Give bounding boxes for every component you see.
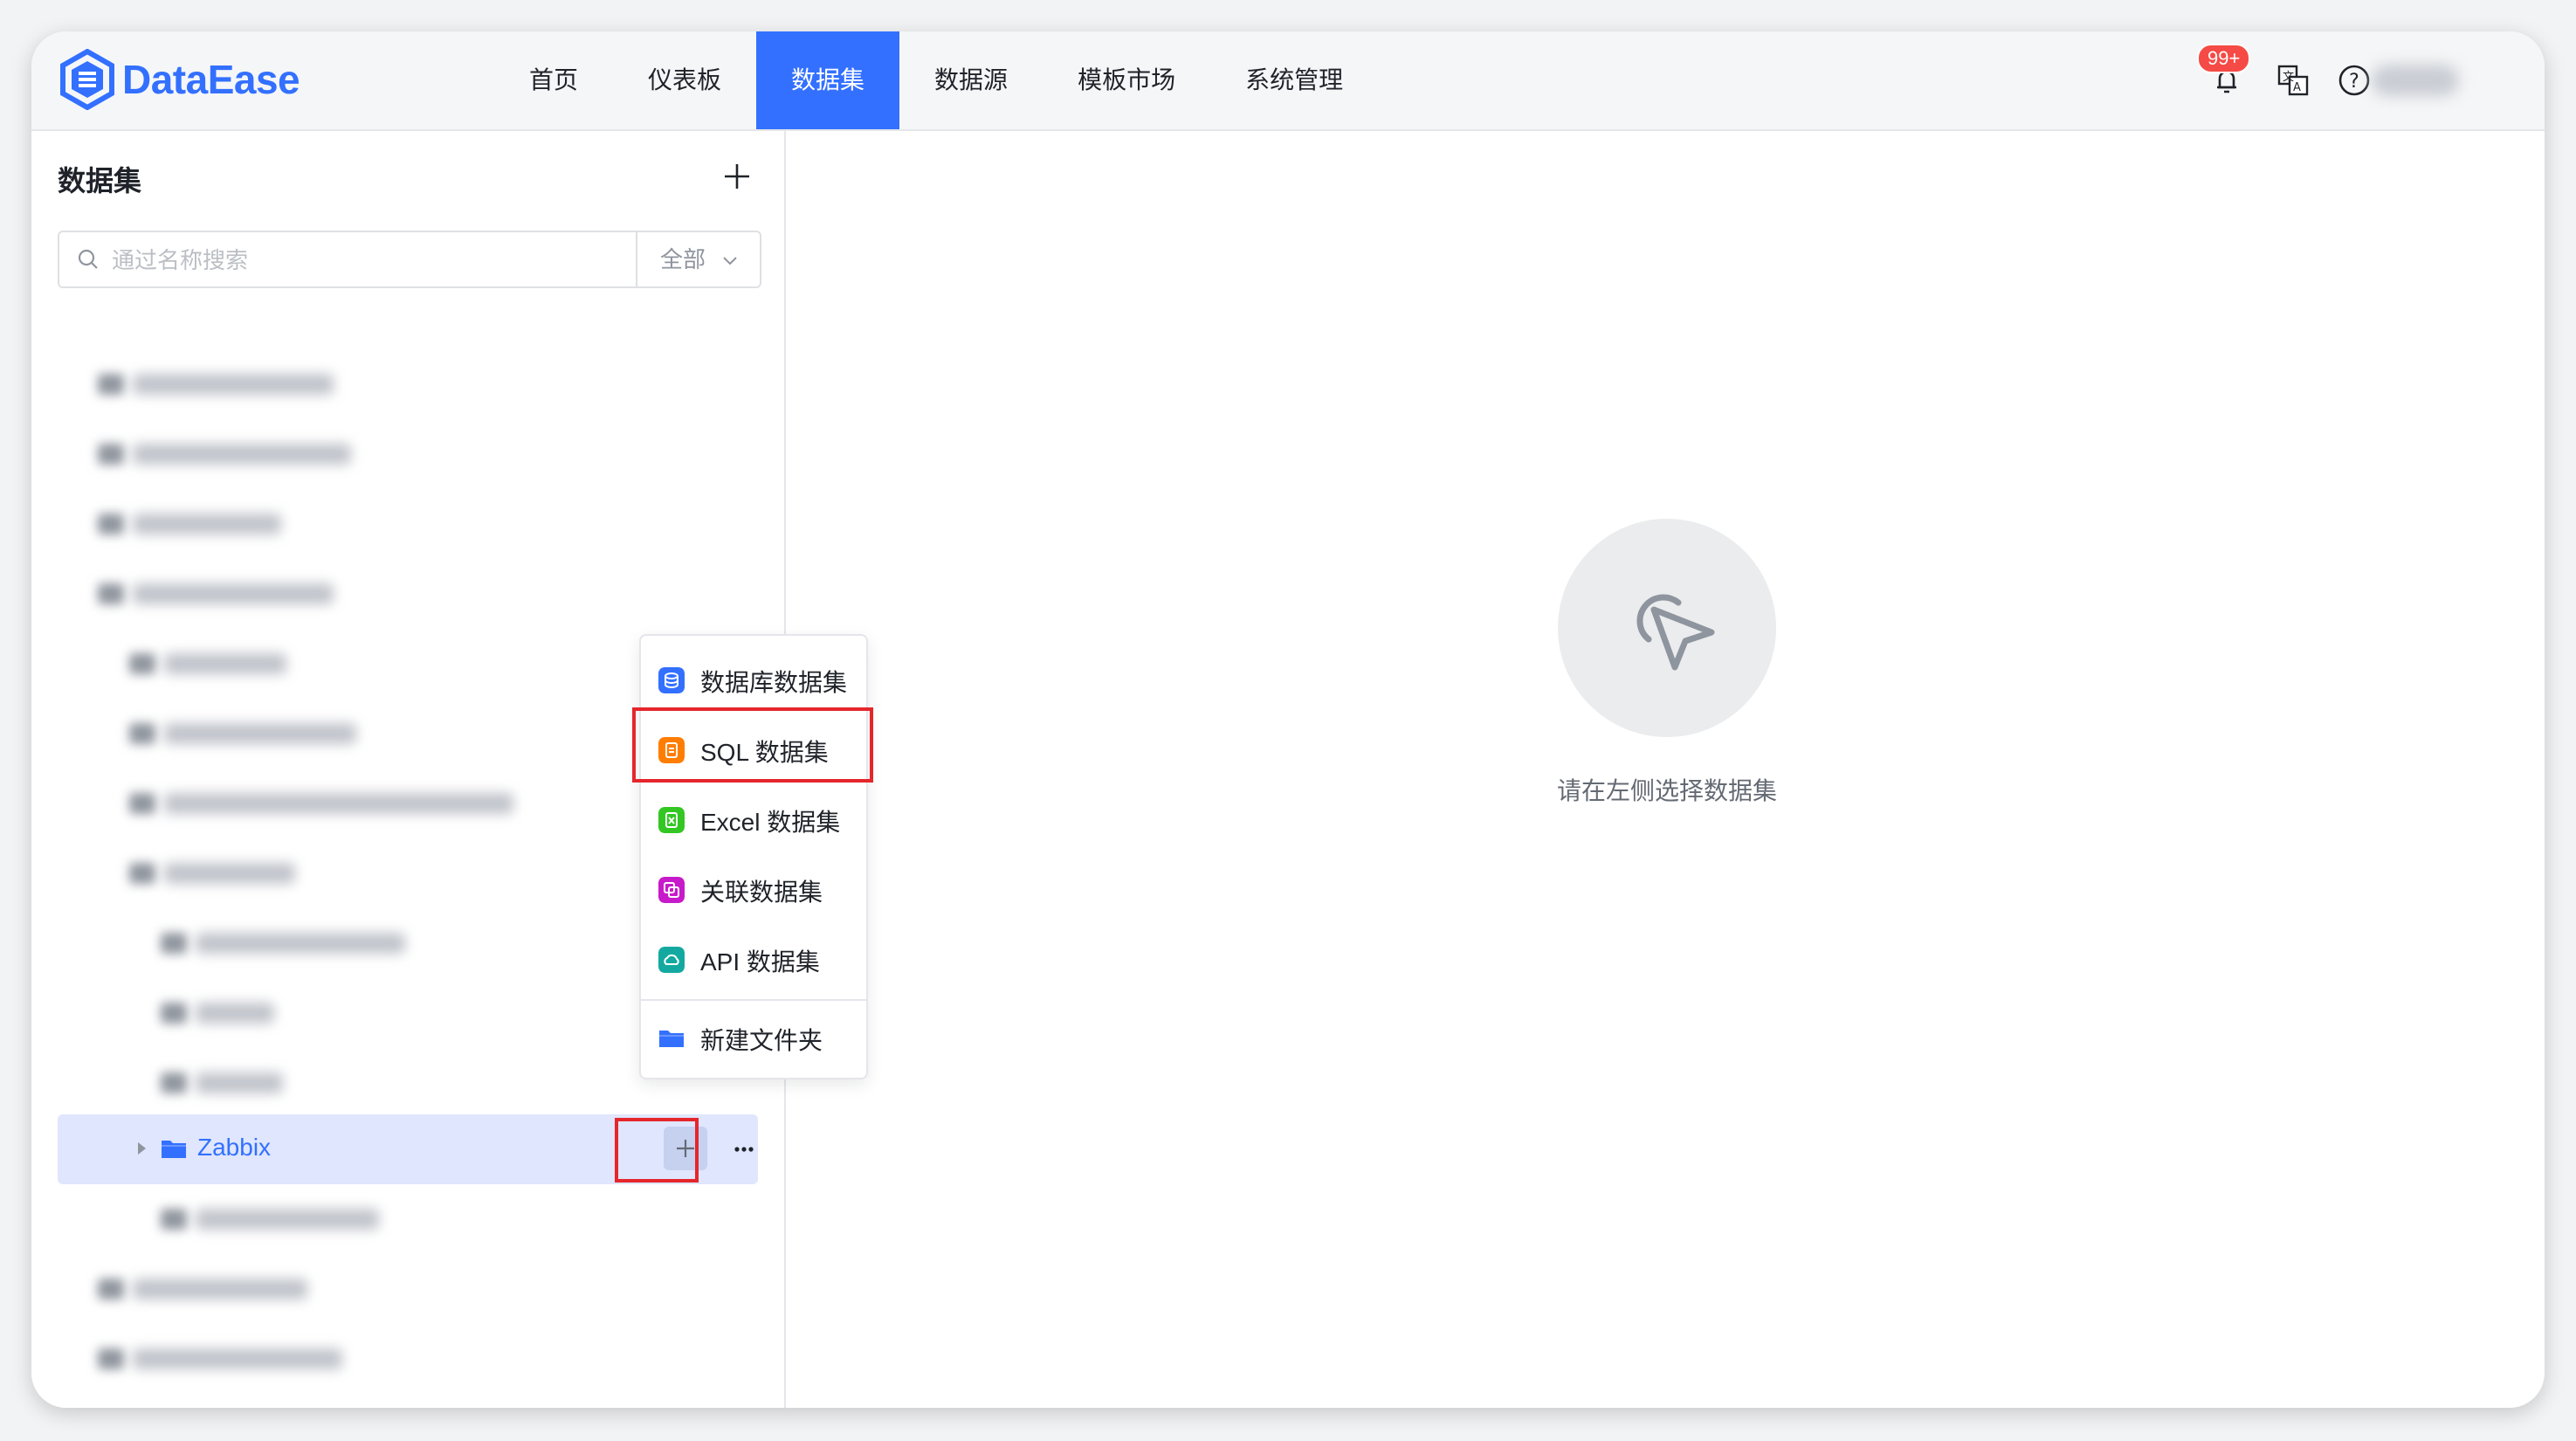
tree-row-label-blurred — [196, 933, 405, 954]
menu-item-label: 数据库数据集 — [700, 669, 848, 696]
help-icon[interactable]: ? — [2335, 61, 2373, 100]
menu-item-database-dataset[interactable]: 数据库数据集 — [641, 645, 866, 714]
empty-state-text: 请在左侧选择数据集 — [1556, 777, 1777, 804]
notification-badge: 99+ — [2197, 44, 2251, 73]
top-header: DataEase 首页 仪表板 数据集 数据源 模板市场 系统管理 99+ 文 … — [31, 31, 2545, 131]
excel-icon — [658, 807, 685, 833]
tree-row-label-blurred — [133, 374, 334, 395]
nav-template-market[interactable]: 模板市场 — [1043, 31, 1210, 129]
union-icon — [658, 877, 685, 903]
tree-row-label-blurred — [133, 444, 351, 465]
nav-system-management[interactable]: 系统管理 — [1210, 31, 1378, 129]
menu-item-excel-dataset[interactable]: Excel 数据集 — [641, 784, 866, 854]
folder-icon — [129, 653, 155, 674]
tree-row-label-blurred — [133, 583, 334, 604]
menu-item-union-dataset[interactable]: 关联数据集 — [641, 854, 866, 924]
folder-icon — [162, 1141, 186, 1158]
menu-item-label: API 数据集 — [700, 948, 820, 976]
cursor-pointer-icon — [1636, 594, 1715, 671]
tree-row-blurred[interactable] — [58, 1324, 758, 1394]
new-dataset-menu: 数据库数据集 SQL 数据集 Excel 数据集 关联数据集 API 数据集 新… — [639, 634, 868, 1079]
tree-row-label-blurred — [196, 1209, 379, 1230]
dataease-logo-icon — [60, 49, 114, 110]
logo[interactable]: DataEase — [59, 49, 300, 110]
more-actions-icon[interactable] — [725, 1130, 763, 1169]
highlight-frame — [615, 1118, 699, 1182]
tree-row-blurred[interactable] — [58, 419, 758, 489]
search-box: 全部 — [58, 231, 761, 288]
folder-icon — [98, 514, 124, 534]
nav-dataset[interactable]: 数据集 — [756, 31, 900, 129]
folder-icon — [98, 444, 124, 465]
tree-row-blurred[interactable] — [58, 1254, 758, 1324]
menu-item-api-dataset[interactable]: API 数据集 — [641, 924, 866, 994]
tree-row-label: Zabbix — [197, 1134, 272, 1161]
api-icon — [658, 947, 685, 973]
svg-text:A: A — [2293, 81, 2301, 94]
file-icon — [161, 1209, 187, 1230]
expand-caret-icon[interactable] — [138, 1142, 146, 1155]
folder-icon — [98, 374, 124, 395]
tree-row-label-blurred — [133, 514, 281, 534]
tree-row-label-blurred — [196, 1003, 274, 1024]
tree-row-blurred[interactable] — [58, 349, 758, 419]
tree-row-label-blurred — [164, 653, 286, 674]
search-icon — [78, 249, 98, 269]
menu-item-label: 关联数据集 — [700, 879, 823, 906]
menu-item-label: 新建文件夹 — [700, 1027, 823, 1054]
nav-datasource[interactable]: 数据源 — [899, 31, 1043, 129]
menu-divider — [641, 999, 866, 1001]
nav-home[interactable]: 首页 — [494, 31, 613, 129]
tree-row-label-blurred — [196, 1072, 283, 1093]
file-icon — [161, 933, 187, 954]
app-window: DataEase 首页 仪表板 数据集 数据源 模板市场 系统管理 99+ 文 … — [31, 31, 2545, 1408]
add-dataset-plus-icon[interactable] — [721, 161, 753, 192]
translate-icon[interactable]: 文 A — [2274, 61, 2312, 100]
file-icon — [161, 1003, 187, 1024]
folder-icon — [98, 1279, 124, 1300]
tree-row-label-blurred — [164, 863, 295, 884]
nav-dashboard[interactable]: 仪表板 — [613, 31, 756, 129]
tree-row-blurred[interactable] — [58, 489, 758, 559]
empty-state-illustration — [1558, 519, 1776, 737]
tree-row-label-blurred — [133, 1348, 342, 1369]
folder-icon — [129, 723, 155, 744]
folder-icon — [98, 1348, 124, 1369]
sidebar-title: 数据集 — [58, 165, 142, 196]
filter-select-value: 全部 — [660, 246, 706, 272]
database-icon — [658, 667, 685, 693]
logo-text: DataEase — [122, 57, 300, 102]
main-nav: 首页 仪表板 数据集 数据源 模板市场 系统管理 — [494, 31, 1378, 129]
folder-icon — [129, 793, 155, 814]
folder-icon — [98, 583, 124, 604]
user-avatar[interactable] — [2372, 65, 2459, 96]
tree-row-blurred[interactable] — [58, 559, 758, 629]
folder-icon — [659, 1031, 684, 1047]
menu-item-label: Excel 数据集 — [700, 809, 841, 836]
chevron-down-icon — [723, 257, 737, 265]
tree-row-label-blurred — [164, 723, 356, 744]
folder-icon — [129, 863, 155, 884]
file-icon — [161, 1072, 187, 1093]
tree-row-blurred[interactable] — [58, 1184, 758, 1254]
tree-row-label-blurred — [133, 1279, 307, 1300]
highlight-frame — [632, 707, 873, 783]
menu-item-new-folder[interactable]: 新建文件夹 — [641, 1003, 866, 1072]
tree-row-label-blurred — [164, 793, 513, 814]
svg-text:?: ? — [2349, 71, 2359, 93]
filter-select[interactable]: 全部 — [636, 232, 761, 286]
search-input[interactable] — [110, 241, 637, 279]
